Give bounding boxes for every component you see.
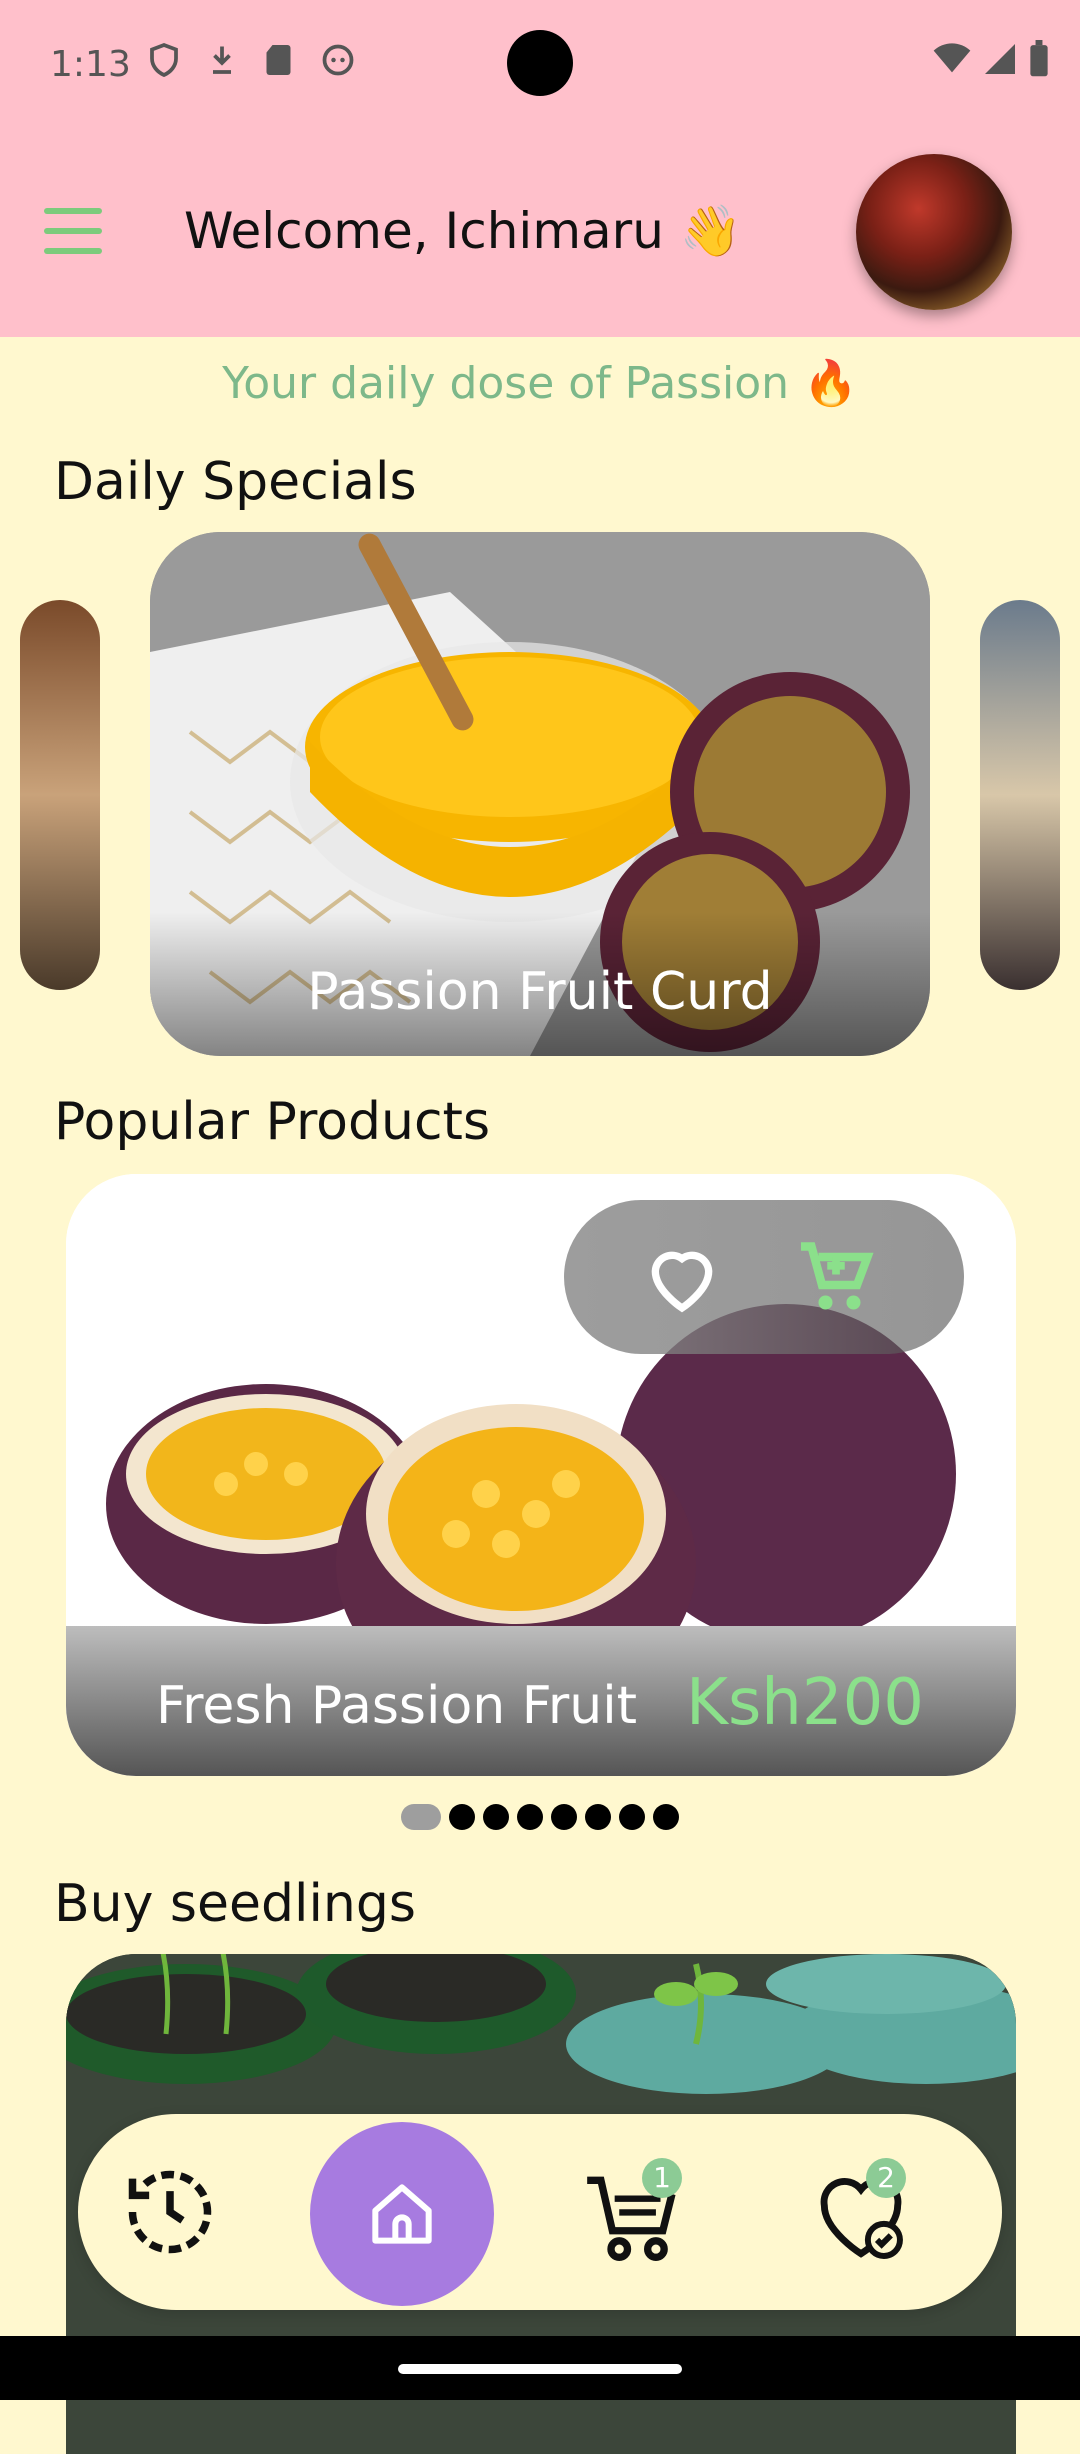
menu-icon-line	[44, 248, 102, 254]
avatar[interactable]	[856, 154, 1012, 310]
pager-dot-active[interactable]	[401, 1804, 441, 1830]
face-icon	[320, 42, 356, 78]
gesture-handle[interactable]	[398, 2364, 682, 2374]
pager-dot[interactable]	[653, 1804, 679, 1830]
pager-dot[interactable]	[483, 1804, 509, 1830]
pager-dot[interactable]	[551, 1804, 577, 1830]
shield-icon	[146, 42, 182, 78]
sd-card-icon	[262, 42, 298, 78]
add-to-cart-icon[interactable]	[794, 1236, 878, 1320]
wishlist-badge: 2	[866, 2158, 906, 2198]
wishlist-nav-item[interactable]: 2	[806, 2158, 916, 2272]
status-notification-icons	[146, 42, 356, 78]
front-camera-cutout	[507, 30, 573, 96]
cart-badge: 1	[642, 2158, 682, 2198]
menu-icon-line	[44, 208, 102, 214]
buy-seedlings-title: Buy seedlings	[54, 1874, 416, 1934]
pager-dot[interactable]	[619, 1804, 645, 1830]
daily-specials-title: Daily Specials	[54, 452, 417, 512]
welcome-message: Welcome, Ichimaru 👋	[184, 202, 743, 260]
home-button[interactable]	[310, 2122, 494, 2306]
product-price: Ksh200	[685, 1666, 924, 1740]
daily-special-next-card[interactable]	[980, 600, 1060, 990]
daily-special-caption: Passion Fruit Curd	[307, 962, 773, 1022]
download-icon	[204, 42, 240, 78]
pager-dot[interactable]	[449, 1804, 475, 1830]
tagline: Your daily dose of Passion 🔥	[222, 358, 858, 409]
bottom-navigation: 1 2	[78, 2114, 1002, 2310]
carousel-pager	[0, 1804, 1080, 1830]
menu-icon-line	[44, 228, 102, 234]
status-system-icons	[932, 40, 1050, 78]
menu-button[interactable]	[44, 208, 102, 254]
pager-dot[interactable]	[517, 1804, 543, 1830]
daily-special-card[interactable]: Passion Fruit Curd	[150, 532, 930, 1056]
pager-dot[interactable]	[585, 1804, 611, 1830]
home-icon	[372, 2184, 432, 2244]
battery-icon	[1030, 40, 1048, 77]
product-info-bar: Fresh Passion Fruit Ksh200	[66, 1626, 1016, 1776]
status-time: 1:13	[50, 44, 131, 85]
popular-product-card[interactable]: Fresh Passion Fruit Ksh200	[66, 1174, 1016, 1776]
wifi-icon	[933, 43, 971, 73]
popular-products-title: Popular Products	[54, 1092, 491, 1152]
daily-special-previous-card[interactable]	[20, 600, 100, 990]
heart-icon[interactable]	[642, 1238, 722, 1318]
app-header: 1:13 Welcome, Ichimaru 👋	[0, 0, 1080, 337]
cart-nav-item[interactable]: 1	[578, 2158, 688, 2272]
product-name: Fresh Passion Fruit	[156, 1676, 638, 1736]
signal-icon	[985, 44, 1015, 74]
product-actions	[564, 1200, 964, 1354]
history-icon[interactable]	[120, 2162, 220, 2262]
